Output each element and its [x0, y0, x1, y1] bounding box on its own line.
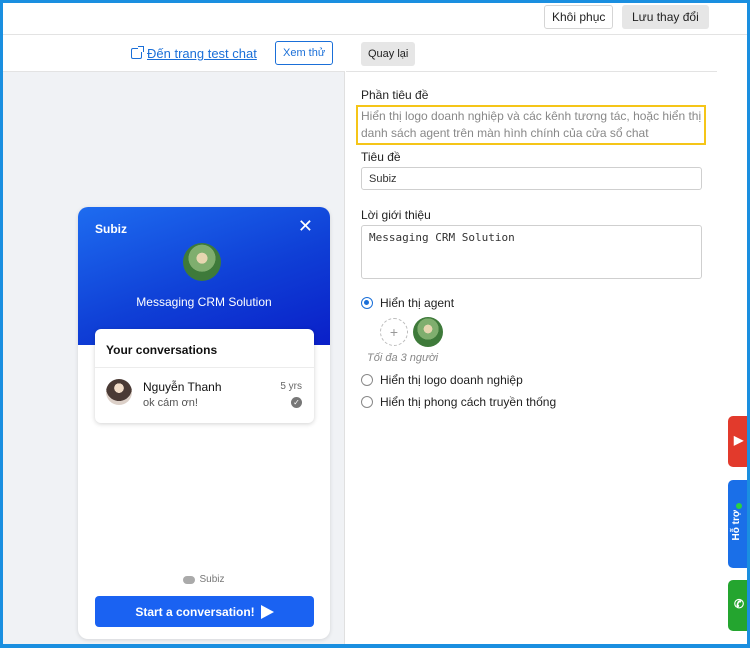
conversations-card: Your conversations Nguyễn Thanh ok cám ơ… [95, 329, 314, 423]
max-agents-note: Tối đa 3 người [367, 352, 439, 364]
preview-header: Đến trang test chat Xem thử [3, 36, 345, 72]
online-indicator [736, 503, 742, 509]
header-section-description: Hiển thị logo doanh nghiệp và các kênh t… [356, 105, 706, 145]
conversation-time: 5 yrs [280, 381, 302, 392]
conversations-title: Your conversations [106, 343, 218, 357]
agent-avatar[interactable] [413, 317, 443, 347]
title-label: Tiêu đề [361, 150, 401, 164]
radio-selected[interactable] [361, 297, 373, 309]
external-link-icon [131, 46, 144, 59]
cloud-icon [183, 575, 196, 584]
radio[interactable] [361, 374, 373, 386]
powered-by-label: Subiz [199, 574, 225, 585]
chat-widget-preview: Subiz ✕ Messaging CRM Solution Your conv… [78, 207, 330, 639]
check-icon: ✓ [291, 397, 302, 408]
start-conversation-button[interactable]: Start a conversation! [95, 596, 314, 627]
preview-panel: Đến trang test chat Xem thử Subiz ✕ Mess… [3, 36, 345, 644]
preview-button[interactable]: Xem thử [275, 41, 334, 65]
test-chat-link[interactable]: Đến trang test chat [131, 46, 257, 61]
phone-icon: ✆ [734, 597, 745, 611]
start-conversation-label: Start a conversation! [135, 604, 255, 619]
side-tab-zalo[interactable]: ▶ [728, 416, 750, 467]
zalo-icon: ▶ [734, 433, 744, 447]
radio[interactable] [361, 396, 373, 408]
option-label: Hiển thị logo doanh nghiệp [380, 373, 523, 387]
option-label: Hiển thị phong cách truyền thống [380, 395, 557, 409]
widget-brand: Subiz [95, 222, 127, 236]
widget-description: Messaging CRM Solution [136, 295, 272, 309]
divider [95, 367, 314, 368]
support-label: Hỗ trợ [731, 510, 742, 541]
intro-textarea[interactable]: Messaging CRM Solution [361, 225, 702, 279]
option-label: Hiển thị agent [380, 296, 455, 310]
restore-button[interactable]: Khôi phục [544, 5, 614, 29]
settings-panel: Quay lại Phần tiêu đề Hiển thị logo doan… [346, 36, 717, 644]
send-icon [260, 604, 274, 619]
add-agent-button[interactable]: + [380, 318, 408, 346]
title-input[interactable] [361, 167, 702, 190]
side-tab-phone[interactable]: ✆ [728, 580, 750, 631]
save-button[interactable]: Lưu thay đổi [622, 5, 709, 29]
side-tab-support[interactable]: Hỗ trợ [728, 480, 750, 568]
avatar [106, 379, 132, 405]
option-show-agent[interactable]: Hiển thị agent [361, 296, 454, 310]
back-button[interactable]: Quay lại [361, 42, 416, 66]
test-chat-link-label: Đến trang test chat [147, 46, 257, 61]
widget-avatar [183, 243, 221, 281]
header-section-label: Phần tiêu đề [361, 88, 429, 102]
powered-by: Subiz [78, 574, 330, 585]
settings-header: Quay lại [346, 36, 717, 72]
close-icon[interactable]: ✕ [298, 217, 313, 235]
intro-label: Lời giới thiệu [361, 208, 431, 222]
conversation-name: Nguyễn Thanh [143, 380, 222, 394]
widget-header: Subiz ✕ Messaging CRM Solution [78, 207, 330, 345]
option-show-logo[interactable]: Hiển thị logo doanh nghiệp [361, 373, 523, 387]
top-toolbar: Khôi phục Lưu thay đổi [3, 3, 747, 35]
conversation-message: ok cám ơn! [143, 397, 198, 409]
option-traditional-style[interactable]: Hiển thị phong cách truyền thống [361, 395, 556, 409]
